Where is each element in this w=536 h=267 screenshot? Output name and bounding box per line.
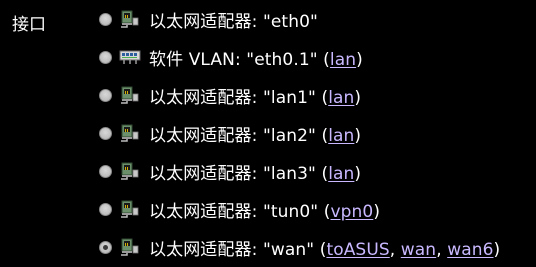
interface-type: 以太网适配器	[149, 201, 252, 222]
interface-radio-button[interactable]	[99, 164, 112, 178]
network-link[interactable]: lan	[328, 126, 354, 146]
interface-option-row[interactable]: 以太网适配器: "eth0"	[99, 0, 536, 38]
interface-option-row[interactable]: 以太网适配器: "lan1" (lan)	[99, 76, 536, 114]
interface-radio-button[interactable]	[99, 50, 112, 64]
interface-option-row[interactable]: 软件 VLAN: "eth0.1" (lan)	[99, 38, 536, 76]
interface-label: 以太网适配器: "wan" (toASUS, wan, wan6)	[149, 239, 501, 260]
interface-option-row[interactable]: 以太网适配器: "lan2" (lan)	[99, 114, 536, 152]
ethernet-port-icon	[119, 85, 141, 105]
interface-label: 软件 VLAN: "eth0.1" (lan)	[149, 49, 363, 70]
interface-name: "lan1"	[262, 87, 316, 108]
interface-type: 以太网适配器	[149, 125, 252, 146]
ethernet-port-icon	[119, 199, 141, 219]
ethernet-port-icon	[119, 237, 141, 257]
interface-radio-list: 以太网适配器: "eth0" 软件 VLAN: "eth0.1" (lan) 以太网…	[99, 0, 536, 266]
interface-radio-button[interactable]	[99, 202, 112, 216]
interface-type: 软件 VLAN	[149, 49, 235, 70]
interface-name: "tun0"	[262, 201, 319, 222]
interface-radio-button[interactable]	[99, 88, 112, 102]
network-link[interactable]: wan6	[447, 240, 493, 260]
network-link[interactable]: vpn0	[330, 202, 373, 222]
interface-radio-button[interactable]	[99, 12, 112, 26]
interface-radio-button[interactable]	[99, 126, 112, 140]
network-link[interactable]: toASUS	[326, 240, 389, 260]
network-link[interactable]: lan	[330, 50, 356, 70]
interface-type: 以太网适配器	[149, 87, 252, 108]
interface-name: "eth0"	[262, 11, 318, 32]
interface-type: 以太网适配器	[149, 239, 252, 260]
interface-type: 以太网适配器	[149, 163, 252, 184]
interface-name: "wan"	[262, 239, 315, 260]
interface-name: "eth0.1"	[246, 49, 318, 70]
interface-label: 以太网适配器: "tun0" (vpn0)	[149, 201, 381, 222]
interface-option-row[interactable]: 以太网适配器: "lan3" (lan)	[99, 152, 536, 190]
network-link[interactable]: wan	[401, 240, 436, 260]
interface-type: 以太网适配器	[149, 11, 252, 32]
interface-name: "lan3"	[262, 163, 316, 184]
network-link[interactable]: lan	[328, 164, 354, 184]
ethernet-port-icon	[119, 9, 141, 29]
network-link[interactable]: lan	[328, 88, 354, 108]
interface-name: "lan2"	[262, 125, 316, 146]
interface-option-row[interactable]: 以太网适配器: "wan" (toASUS, wan, wan6)	[99, 228, 536, 266]
interface-radio-button[interactable]	[99, 240, 112, 254]
interface-field-label: 接口	[12, 15, 46, 35]
ethernet-port-icon	[119, 161, 141, 181]
interface-label: 以太网适配器: "eth0"	[149, 11, 318, 32]
interface-label: 以太网适配器: "lan2" (lan)	[149, 125, 362, 146]
vlan-switch-icon	[119, 47, 141, 67]
interface-label: 以太网适配器: "lan3" (lan)	[149, 163, 362, 184]
ethernet-port-icon	[119, 123, 141, 143]
interface-option-row[interactable]: 以太网适配器: "tun0" (vpn0)	[99, 190, 536, 228]
interface-label: 以太网适配器: "lan1" (lan)	[149, 87, 362, 108]
